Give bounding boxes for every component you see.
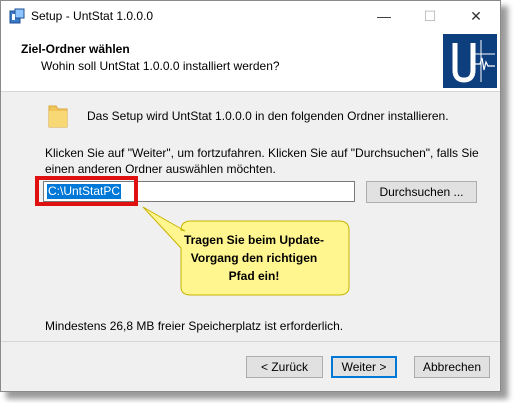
untstat-logo-icon <box>443 34 497 88</box>
wizard-header: Ziel-Ordner wählen Wohin soll UntStat 1.… <box>1 31 500 92</box>
setup-app-icon <box>9 8 25 24</box>
maximize-button[interactable]: ☐ <box>407 1 453 31</box>
folder-icon <box>48 105 68 128</box>
page-title: Ziel-Ordner wählen <box>21 42 130 56</box>
title-bar[interactable]: Setup - UntStat 1.0.0.0 — ☐ ✕ <box>1 1 500 31</box>
space-required-text: Mindestens 26,8 MB freier Speicherplatz … <box>45 319 344 333</box>
highlight-box <box>35 176 138 206</box>
instructions-text: Klicken Sie auf "Weiter", um fortzufahre… <box>45 146 479 176</box>
minimize-button[interactable]: — <box>361 1 407 31</box>
next-button[interactable]: Weiter > <box>331 356 397 378</box>
browse-button[interactable]: Durchsuchen ... <box>366 181 477 203</box>
setup-window: Setup - UntStat 1.0.0.0 — ☐ ✕ Ziel-Ordne… <box>0 0 501 392</box>
cancel-button[interactable]: Abbrechen <box>414 356 490 378</box>
close-button[interactable]: ✕ <box>453 1 499 31</box>
footer-divider <box>1 341 500 342</box>
callout-text: Tragen Sie beim Update-Vorgang den richt… <box>183 233 325 283</box>
intro-text: Das Setup wird UntStat 1.0.0.0 in den fo… <box>87 109 449 123</box>
page-subtitle: Wohin soll UntStat 1.0.0.0 installiert w… <box>41 59 280 73</box>
window-title: Setup - UntStat 1.0.0.0 <box>31 9 154 23</box>
back-button[interactable]: < Zurück <box>246 356 323 378</box>
